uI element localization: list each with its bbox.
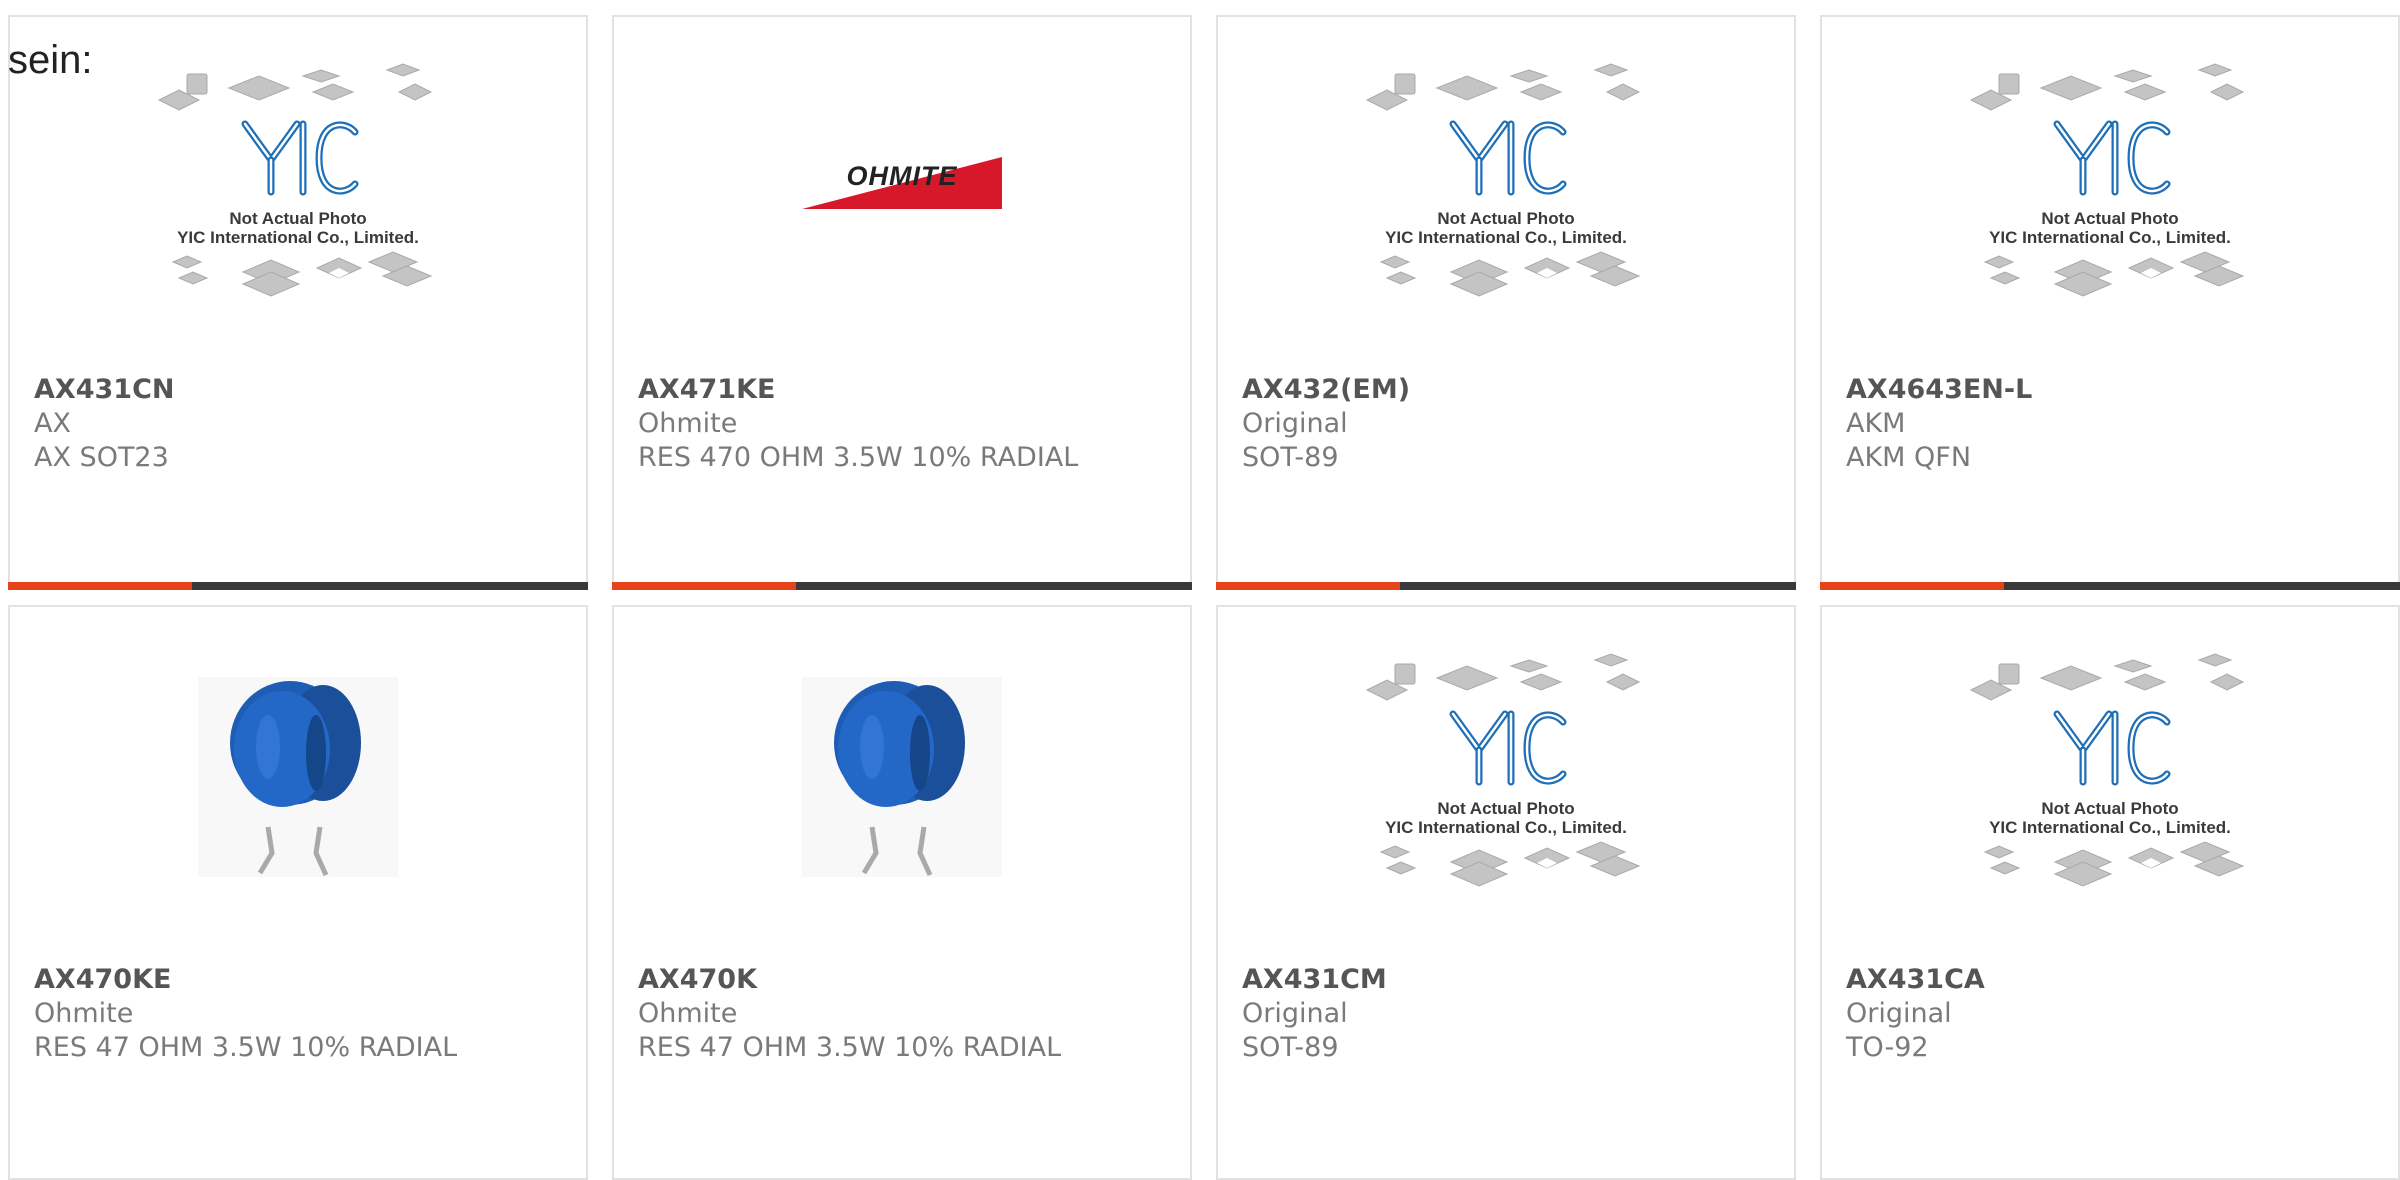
card-bottom-bar: [8, 582, 588, 590]
ohmite-logo-icon: OHMITE: [802, 157, 1002, 209]
part-number[interactable]: AX470K: [638, 963, 1166, 997]
placeholder-caption-1: Not Actual Photo: [2041, 799, 2178, 818]
placeholder-caption-2: YIC International Co., Limited.: [1989, 818, 2231, 837]
page-heading: sein:: [8, 38, 93, 82]
description: RES 47 OHM 3.5W 10% RADIAL: [34, 1032, 458, 1063]
product-card-ax431cm[interactable]: Not Actual Photo YIC International Co., …: [1216, 605, 1796, 1180]
card-bottom-bar: [1216, 582, 1796, 590]
product-image[interactable]: Not Actual Photo YIC International Co., …: [1822, 17, 2398, 357]
part-number[interactable]: AX432(EM): [1242, 373, 1770, 407]
product-card-ax470ke[interactable]: AX470KE Ohmite RES 47 OHM 3.5W 10% RADIA…: [8, 605, 588, 1180]
part-number[interactable]: AX470KE: [34, 963, 562, 997]
description: RES 47 OHM 3.5W 10% RADIAL: [638, 1032, 1062, 1063]
placeholder-photo-icon: Not Actual Photo YIC International Co., …: [157, 63, 433, 297]
manufacturer: Ohmite: [638, 408, 738, 439]
placeholder-photo-icon: Not Actual Photo YIC International Co., …: [1969, 653, 2245, 887]
product-card-ax431ca[interactable]: Not Actual Photo YIC International Co., …: [1820, 605, 2400, 1180]
manufacturer: Ohmite: [638, 998, 738, 1029]
part-number[interactable]: AX431CA: [1846, 963, 2374, 997]
placeholder-caption-1: Not Actual Photo: [2041, 209, 2178, 228]
part-number[interactable]: AX431CN: [34, 373, 562, 407]
varistor-photo-icon: [198, 677, 398, 877]
varistor-photo-icon: [802, 677, 1002, 877]
manufacturer: Original: [1242, 408, 1348, 439]
product-image[interactable]: [10, 607, 586, 947]
product-card-ax431cn[interactable]: Not Actual Photo YIC International Co., …: [8, 15, 588, 590]
placeholder-caption-2: YIC International Co., Limited.: [1385, 818, 1627, 837]
product-card-ax4643en-l[interactable]: Not Actual Photo YIC International Co., …: [1820, 15, 2400, 590]
placeholder-photo-icon: Not Actual Photo YIC International Co., …: [1365, 63, 1641, 297]
card-bottom-bar: [1820, 582, 2400, 590]
part-number[interactable]: AX471KE: [638, 373, 1166, 407]
product-card-ax471ke[interactable]: OHMITE AX471KE Ohmite RES 470 OHM 3.5W 1…: [612, 15, 1192, 590]
placeholder-photo-icon: Not Actual Photo YIC International Co., …: [1969, 63, 2245, 297]
manufacturer: AKM: [1846, 408, 1906, 439]
card-accent-bar: [8, 582, 192, 590]
placeholder-caption-1: Not Actual Photo: [1437, 209, 1574, 228]
description: AX SOT23: [34, 442, 169, 473]
product-image[interactable]: Not Actual Photo YIC International Co., …: [10, 17, 586, 357]
product-image[interactable]: Not Actual Photo YIC International Co., …: [1218, 17, 1794, 357]
description: SOT-89: [1242, 1032, 1339, 1063]
card-accent-bar: [1820, 582, 2004, 590]
product-image[interactable]: [614, 607, 1190, 947]
placeholder-caption-2: YIC International Co., Limited.: [1385, 228, 1627, 247]
product-image[interactable]: OHMITE: [614, 17, 1190, 357]
part-number[interactable]: AX431CM: [1242, 963, 1770, 997]
placeholder-caption-2: YIC International Co., Limited.: [177, 228, 419, 247]
product-image[interactable]: Not Actual Photo YIC International Co., …: [1822, 607, 2398, 947]
card-bottom-bar: [612, 582, 1192, 590]
placeholder-photo-icon: Not Actual Photo YIC International Co., …: [1365, 653, 1641, 887]
description: TO-92: [1846, 1032, 1929, 1063]
card-accent-bar: [612, 582, 796, 590]
manufacturer: Original: [1846, 998, 1952, 1029]
ohmite-logo-text: OHMITE: [847, 161, 958, 191]
description: AKM QFN: [1846, 442, 1972, 473]
placeholder-caption-1: Not Actual Photo: [1437, 799, 1574, 818]
product-card-ax432em[interactable]: Not Actual Photo YIC International Co., …: [1216, 15, 1796, 590]
placeholder-caption-2: YIC International Co., Limited.: [1989, 228, 2231, 247]
placeholder-caption-1: Not Actual Photo: [229, 209, 366, 228]
manufacturer: AX: [34, 408, 71, 439]
product-image[interactable]: Not Actual Photo YIC International Co., …: [1218, 607, 1794, 947]
description: SOT-89: [1242, 442, 1339, 473]
card-accent-bar: [1216, 582, 1400, 590]
description: RES 470 OHM 3.5W 10% RADIAL: [638, 442, 1079, 473]
manufacturer: Ohmite: [34, 998, 134, 1029]
product-card-ax470k[interactable]: AX470K Ohmite RES 47 OHM 3.5W 10% RADIAL: [612, 605, 1192, 1180]
manufacturer: Original: [1242, 998, 1348, 1029]
part-number[interactable]: AX4643EN-L: [1846, 373, 2374, 407]
